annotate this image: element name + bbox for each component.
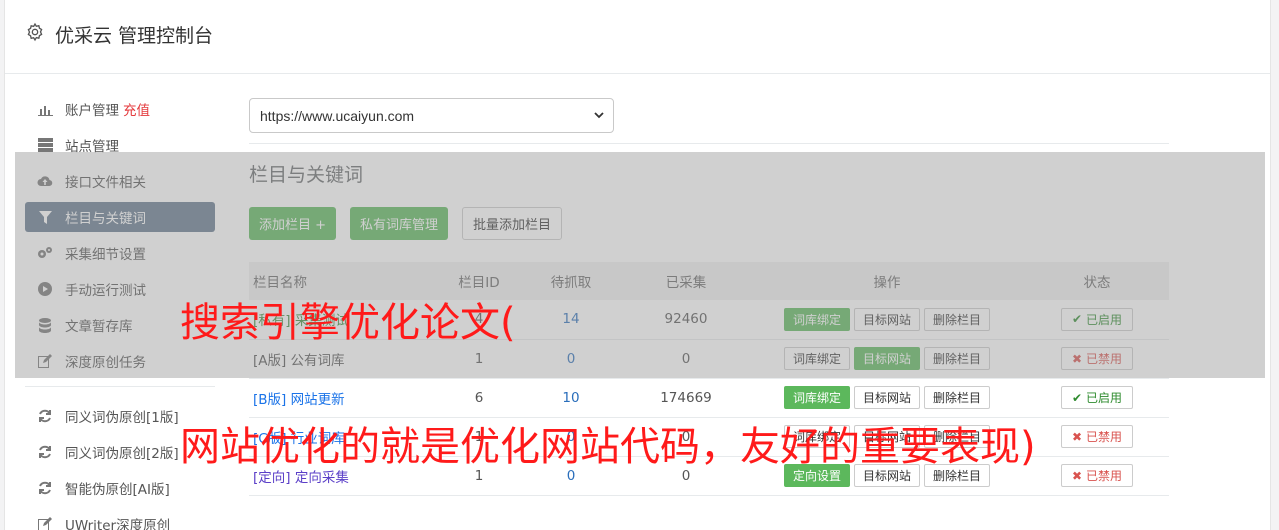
status-toggle[interactable]: ✖ 已禁用	[1061, 464, 1133, 487]
site-select-value: https://www.ucaiyun.com	[260, 107, 415, 124]
sidebar-item-ai-original[interactable]: 智能伪原创[AI版]	[25, 473, 215, 503]
recharge-link[interactable]: 充值	[123, 99, 150, 119]
site-select[interactable]: https://www.ucaiyun.com	[249, 98, 614, 133]
status-toggle[interactable]: ✔ 已启用	[1061, 386, 1133, 409]
refresh-icon	[37, 408, 53, 424]
status-toggle[interactable]: ✖ 已禁用	[1061, 425, 1133, 448]
target-site-button[interactable]: 目标网站	[853, 386, 920, 409]
close-icon: ✖	[1072, 429, 1083, 444]
check-icon: ✔	[1072, 390, 1083, 405]
table-row: [B版] 网站更新 6 10 174669 词库绑定 目标网站 删除栏目 ✔ 已…	[249, 378, 1169, 418]
sidebar-item-label: 智能伪原创[AI版]	[65, 482, 170, 498]
sidebar-divider	[25, 386, 215, 387]
row-actions: 词库绑定 目标网站 删除栏目	[749, 386, 1025, 409]
page-title: 优采云 管理控制台	[55, 25, 214, 47]
sidebar-item-label: 同义词伪原创[2版]	[65, 446, 179, 462]
chevron-down-icon	[594, 112, 604, 119]
refresh-icon	[37, 480, 53, 496]
page-header: 优采云 管理控制台	[5, 0, 1270, 74]
collected-count: 174669	[623, 378, 749, 418]
refresh-icon	[37, 444, 53, 460]
bar-chart-icon	[37, 101, 53, 117]
status-label: 已启用	[1085, 391, 1122, 405]
column-id: 6	[439, 378, 519, 418]
watermark-line-1: 搜索引擎优化论文(	[180, 300, 516, 346]
sidebar-item-label: UWriter深度原创	[65, 518, 171, 530]
status-label: 已禁用	[1085, 430, 1122, 444]
lexicon-bind-button[interactable]: 词库绑定	[783, 386, 850, 409]
sidebar-item-account[interactable]: 账户管理 充值	[25, 94, 215, 124]
sidebar-item-uwriter[interactable]: UWriter深度原创	[25, 509, 215, 530]
sidebar-item-label: 同义词伪原创[1版]	[65, 410, 179, 426]
watermark-line-2: 网站优化的就是优化网站代码，友好的重要表现)	[180, 424, 1036, 470]
close-icon: ✖	[1072, 468, 1083, 483]
content-divider	[249, 143, 1169, 144]
gear-icon	[27, 22, 43, 42]
sidebar-item-label: 账户管理	[65, 103, 119, 119]
delete-column-button[interactable]: 删除栏目	[924, 386, 991, 409]
pending-count[interactable]: 10	[562, 390, 579, 406]
server-icon	[37, 137, 53, 153]
column-name-link[interactable]: [B版] 网站更新	[253, 392, 345, 408]
status-label: 已禁用	[1085, 469, 1122, 483]
edit-icon	[37, 516, 53, 530]
